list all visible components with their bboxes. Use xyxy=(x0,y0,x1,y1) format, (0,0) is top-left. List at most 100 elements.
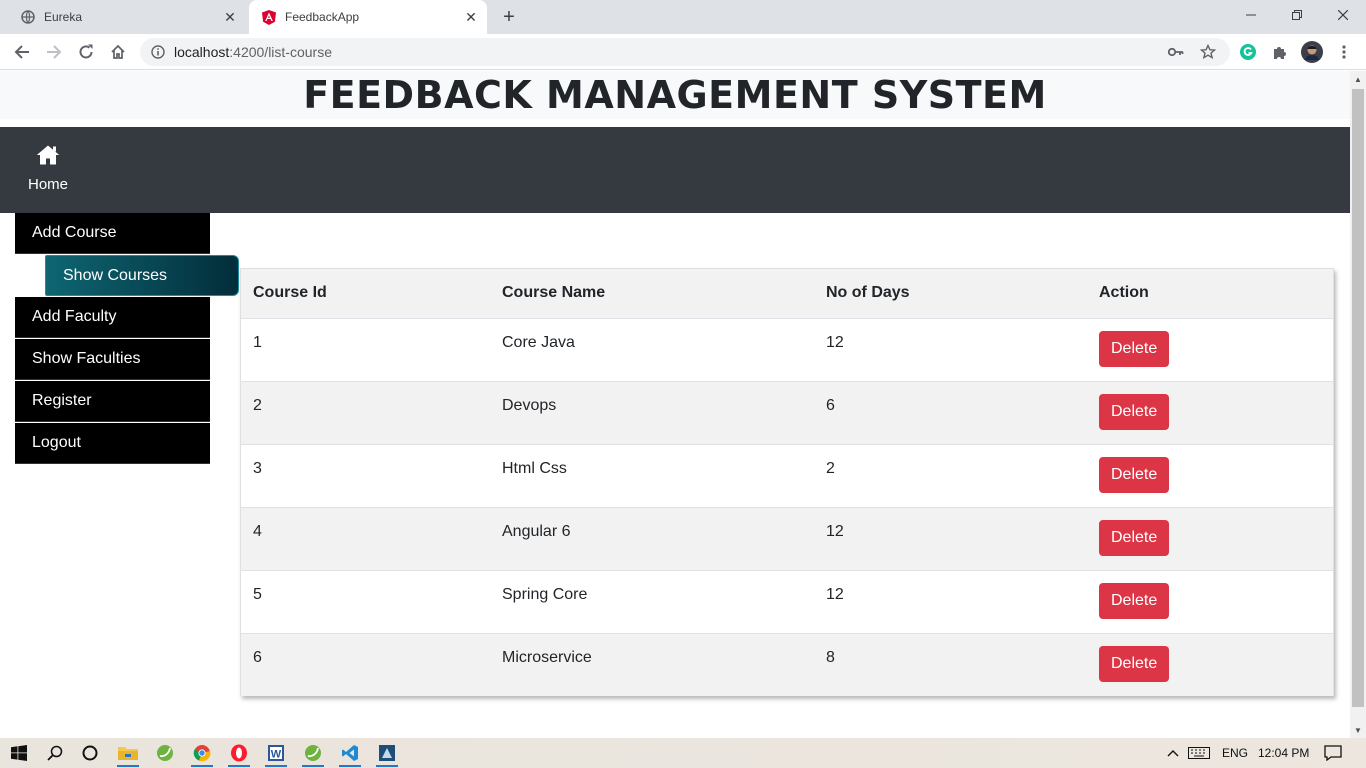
windows-start-icon[interactable] xyxy=(6,741,32,765)
svg-text:W: W xyxy=(271,749,282,761)
page-scrollbar[interactable]: ▲ ▼ xyxy=(1350,71,1366,738)
course-days-cell: 12 xyxy=(814,569,1087,633)
course-name-cell: Html Css xyxy=(490,443,814,507)
sidebar-item-logout[interactable]: Logout xyxy=(15,423,210,464)
delete-button[interactable]: Delete xyxy=(1099,456,1170,493)
course-id-cell: 1 xyxy=(241,317,490,381)
action-cell: Delete xyxy=(1087,380,1333,444)
course-name-cell: Devops xyxy=(490,380,814,444)
bookmark-star-icon[interactable] xyxy=(1196,40,1220,64)
top-navbar: Home xyxy=(0,127,1350,213)
course-id-cell: 6 xyxy=(241,632,490,696)
sql-server-icon[interactable] xyxy=(374,741,400,767)
keyboard-icon[interactable] xyxy=(1186,741,1212,765)
header-action: Action xyxy=(1087,269,1333,319)
reload-icon[interactable] xyxy=(72,38,100,66)
scroll-up-arrow-icon[interactable]: ▲ xyxy=(1350,71,1366,87)
action-cell: Delete xyxy=(1087,632,1333,696)
delete-button[interactable]: Delete xyxy=(1099,645,1170,682)
courses-table-card: Course Id Course Name No of Days Action … xyxy=(240,268,1334,696)
close-icon[interactable]: ✕ xyxy=(222,9,238,25)
table-row: 6 Microservice 8 Delete xyxy=(241,632,1333,696)
home-icon xyxy=(36,145,60,170)
course-name-cell: Angular 6 xyxy=(490,506,814,570)
course-name-cell: Microservice xyxy=(490,632,814,696)
window-close-icon[interactable] xyxy=(1320,0,1366,30)
angular-icon xyxy=(261,9,277,25)
sidebar-item-show-faculties[interactable]: Show Faculties xyxy=(15,339,210,380)
clock[interactable]: 12:04 PM xyxy=(1258,746,1309,760)
tab-eureka[interactable]: Eureka ✕ xyxy=(8,0,246,34)
chrome-icon[interactable] xyxy=(189,741,215,767)
new-tab-button[interactable]: + xyxy=(498,6,520,28)
courses-table: Course Id Course Name No of Days Action … xyxy=(241,269,1333,696)
course-id-cell: 5 xyxy=(241,569,490,633)
nav-home-link[interactable]: Home xyxy=(16,145,80,193)
opera-icon[interactable] xyxy=(226,741,252,767)
table-row: 4 Angular 6 12 Delete xyxy=(241,506,1333,570)
info-icon[interactable] xyxy=(150,44,166,60)
action-cell: Delete xyxy=(1087,443,1333,507)
course-days-cell: 2 xyxy=(814,443,1087,507)
address-bar[interactable]: localhost:4200/list-course xyxy=(140,38,1230,66)
windows-taskbar: W ENG 12:04 PM xyxy=(0,738,1366,768)
close-icon[interactable]: ✕ xyxy=(463,9,479,25)
sidebar-item-add-course[interactable]: Add Course xyxy=(15,213,210,254)
profile-avatar[interactable] xyxy=(1300,40,1324,64)
course-days-cell: 12 xyxy=(814,506,1087,570)
nav-home-label: Home xyxy=(27,176,68,193)
delete-button[interactable]: Delete xyxy=(1099,330,1170,367)
sidebar-item-add-faculty[interactable]: Add Faculty xyxy=(15,297,210,338)
language-indicator[interactable]: ENG xyxy=(1222,746,1248,760)
cortana-icon[interactable] xyxy=(77,741,103,765)
action-cell: Delete xyxy=(1087,506,1333,570)
vscode-icon[interactable] xyxy=(337,741,363,767)
scroll-down-arrow-icon[interactable]: ▼ xyxy=(1350,722,1366,738)
course-id-cell: 3 xyxy=(241,443,490,507)
search-icon[interactable] xyxy=(42,741,68,765)
table-row: 3 Html Css 2 Delete xyxy=(241,443,1333,507)
file-explorer-icon[interactable] xyxy=(115,741,141,767)
table-row: 1 Core Java 12 Delete xyxy=(241,317,1333,381)
chrome-menu-icon[interactable] xyxy=(1332,40,1356,64)
delete-button[interactable]: Delete xyxy=(1099,393,1170,430)
minimize-icon[interactable] xyxy=(1228,0,1274,30)
forward-arrow-icon[interactable] xyxy=(40,38,68,66)
course-name-cell: Core Java xyxy=(490,317,814,381)
page-viewport: FEEDBACK MANAGEMENT SYSTEM Home Add Cour… xyxy=(0,71,1350,738)
course-id-cell: 2 xyxy=(241,380,490,444)
chevron-up-icon[interactable] xyxy=(1160,741,1186,765)
spring-tool-icon[interactable] xyxy=(300,741,326,767)
sidebar-item-show-courses[interactable]: Show Courses xyxy=(45,255,239,296)
word-icon[interactable]: W xyxy=(263,741,289,767)
notification-icon[interactable] xyxy=(1320,741,1346,765)
back-arrow-icon[interactable] xyxy=(8,38,36,66)
tab-feedbackapp[interactable]: FeedbackApp ✕ xyxy=(249,0,487,34)
course-id-cell: 4 xyxy=(241,506,490,570)
tab-title: FeedbackApp xyxy=(285,10,360,24)
sidebar-item-register[interactable]: Register xyxy=(15,381,210,422)
key-icon[interactable] xyxy=(1164,40,1188,64)
restore-icon[interactable] xyxy=(1274,0,1320,30)
action-cell: Delete xyxy=(1087,569,1333,633)
table-row: 5 Spring Core 12 Delete xyxy=(241,569,1333,633)
header-no-of-days: No of Days xyxy=(814,269,1087,319)
extensions-puzzle-icon[interactable] xyxy=(1268,40,1292,64)
course-days-cell: 12 xyxy=(814,317,1087,381)
home-icon[interactable] xyxy=(104,38,132,66)
app-header: FEEDBACK MANAGEMENT SYSTEM xyxy=(0,71,1350,119)
page-title: FEEDBACK MANAGEMENT SYSTEM xyxy=(303,73,1047,117)
header-course-name: Course Name xyxy=(490,269,814,319)
tab-title: Eureka xyxy=(44,10,83,24)
delete-button[interactable]: Delete xyxy=(1099,582,1170,619)
scrollbar-thumb[interactable] xyxy=(1352,89,1364,707)
table-header-row: Course Id Course Name No of Days Action xyxy=(241,269,1333,319)
table-row: 2 Devops 6 Delete xyxy=(241,380,1333,444)
grammarly-icon[interactable] xyxy=(1236,40,1260,64)
globe-icon xyxy=(20,9,36,25)
delete-button[interactable]: Delete xyxy=(1099,519,1170,556)
spring-tool-icon[interactable] xyxy=(152,741,178,765)
action-cell: Delete xyxy=(1087,317,1333,381)
url-text: localhost:4200/list-course xyxy=(174,44,332,60)
course-days-cell: 6 xyxy=(814,380,1087,444)
